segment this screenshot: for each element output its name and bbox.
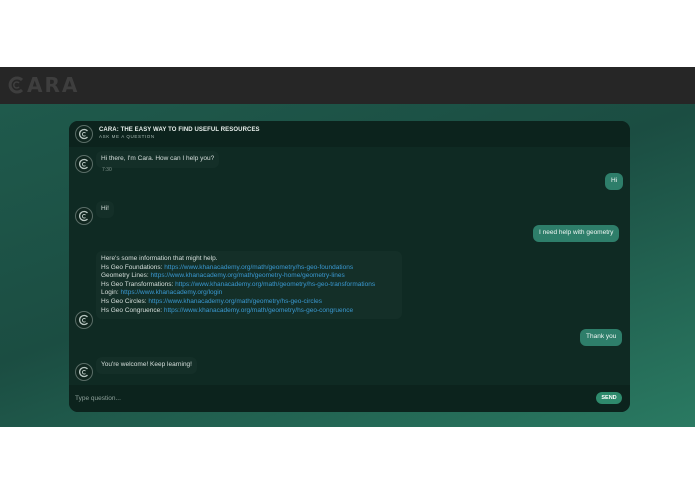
bot-message: You're welcome! Keep learning!	[96, 357, 197, 374]
user-message: Thank you	[580, 329, 623, 346]
bot-avatar-icon	[75, 207, 93, 225]
message-timestamp: 7:30	[102, 167, 112, 173]
resource-intro: Here's some information that might help.	[101, 255, 218, 262]
resource-line: Geometry Lines: https://www.khanacademy.…	[101, 272, 345, 280]
bot-message: Hi there, I'm Cara. How can I help you?	[96, 151, 220, 168]
resource-link[interactable]: https://www.khanacademy.org/login	[121, 289, 223, 296]
bot-avatar-icon	[75, 363, 93, 381]
chat-title: CARA: THE EASY WAY TO FIND USEFUL RESOUR…	[99, 127, 260, 133]
main-area: CARA: THE EASY WAY TO FIND USEFUL RESOUR…	[0, 104, 695, 427]
resource-link[interactable]: https://www.khanacademy.org/math/geometr…	[151, 272, 345, 279]
cara-avatar-icon	[75, 125, 93, 143]
resource-line: Login: https://www.khanacademy.org/login	[101, 289, 223, 297]
resource-line: Hs Geo Foundations: https://www.khanacad…	[101, 263, 354, 271]
resource-link[interactable]: https://www.khanacademy.org/math/geometr…	[164, 264, 353, 271]
resource-link[interactable]: https://www.khanacademy.org/math/geometr…	[175, 281, 375, 288]
send-button[interactable]: SEND	[596, 392, 622, 404]
resource-link[interactable]: https://www.khanacademy.org/math/geometr…	[164, 307, 353, 314]
cara-logo-c-icon	[8, 76, 26, 94]
resource-link[interactable]: https://www.khanacademy.org/math/geometr…	[148, 298, 322, 305]
resource-line: Hs Geo Circles: https://www.khanacademy.…	[101, 297, 322, 305]
resource-line: Hs Geo Transformations: https://www.khan…	[101, 280, 376, 288]
cara-logo[interactable]: ARA	[8, 73, 80, 97]
user-message: I need help with geometry	[533, 225, 620, 242]
bot-resource-message: Here's some information that might help.…	[96, 251, 402, 320]
chat-window: CARA: THE EASY WAY TO FIND USEFUL RESOUR…	[69, 121, 630, 412]
chat-header: CARA: THE EASY WAY TO FIND USEFUL RESOUR…	[69, 121, 630, 147]
bot-avatar-icon	[75, 311, 93, 329]
bot-avatar-icon	[75, 155, 93, 173]
chat-subtitle: ASK ME A QUESTION	[99, 134, 155, 139]
top-nav-bar: ARA	[0, 67, 695, 104]
bot-message: Hi!	[96, 201, 114, 218]
question-input[interactable]	[75, 391, 575, 405]
user-message: Hi	[605, 173, 624, 190]
message-input-bar: SEND	[69, 385, 630, 412]
logo-text: ARA	[27, 73, 80, 97]
resource-line: Hs Geo Congruence: https://www.khanacade…	[101, 306, 354, 314]
